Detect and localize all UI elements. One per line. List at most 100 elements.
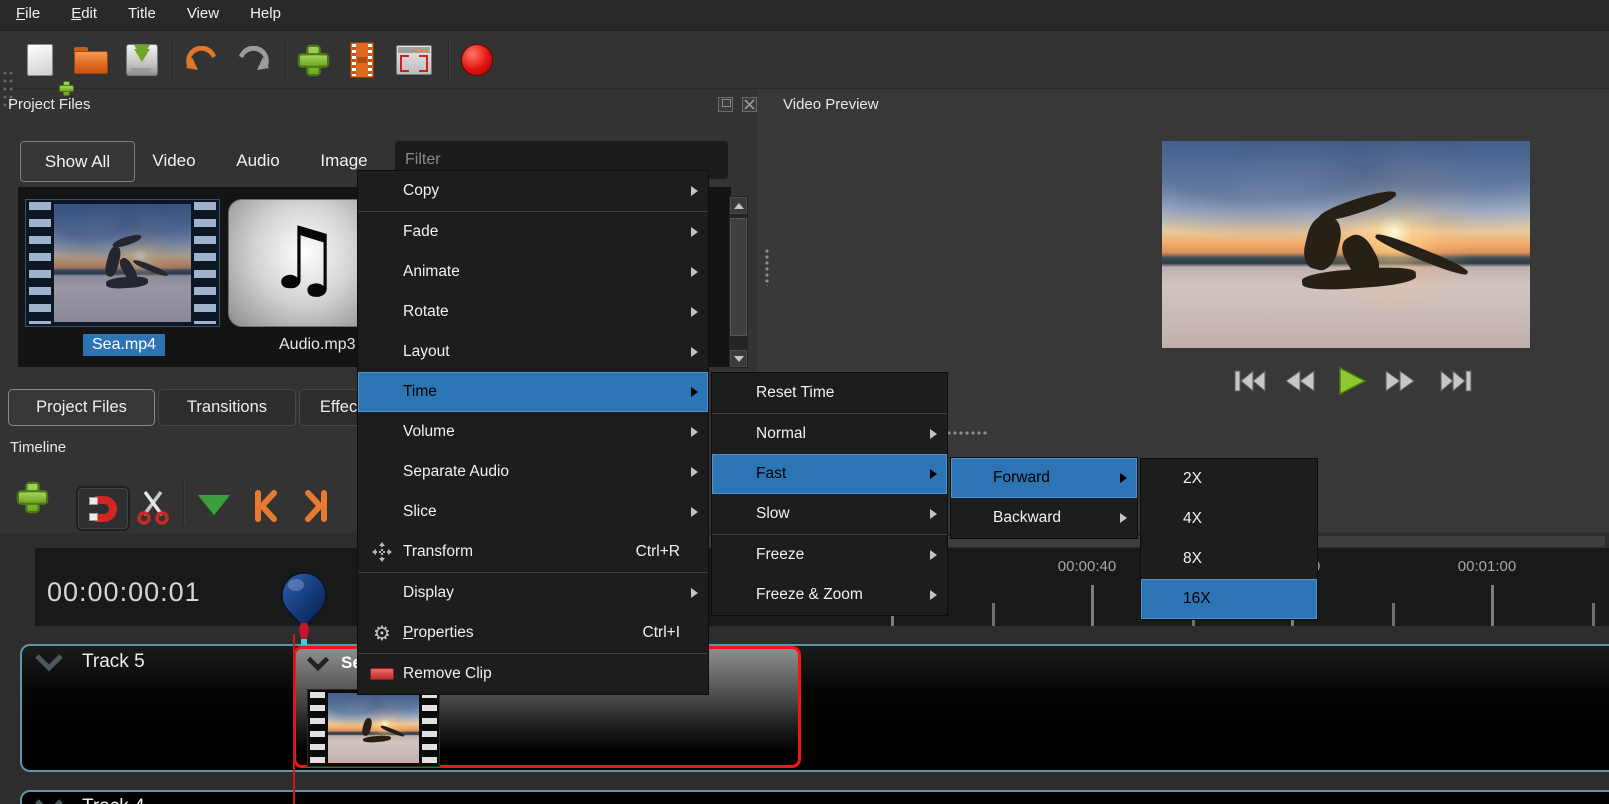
timecode-display: 00:00:00:01 bbox=[47, 577, 201, 608]
clip-collapse-chevron-icon[interactable] bbox=[306, 656, 330, 671]
freeze-menu-item[interactable]: Freeze bbox=[712, 535, 947, 575]
volume-menu-item[interactable]: Volume bbox=[358, 412, 708, 452]
normal-menu-item[interactable]: Normal bbox=[712, 414, 947, 454]
arrow-down-icon bbox=[734, 356, 744, 362]
submenu-arrow-icon bbox=[691, 267, 698, 277]
fullscreen-button[interactable] bbox=[396, 42, 432, 78]
add-marker-button[interactable] bbox=[198, 495, 230, 515]
rewind-icon bbox=[1284, 369, 1316, 393]
slow-menu-item[interactable]: Slow bbox=[712, 494, 947, 534]
redo-button[interactable] bbox=[235, 42, 271, 78]
submenu-arrow-icon bbox=[691, 307, 698, 317]
open-project-button[interactable] bbox=[72, 42, 108, 78]
2x-menu-item[interactable]: 2X bbox=[1141, 459, 1317, 499]
fast-forward-button[interactable] bbox=[1381, 366, 1419, 396]
play-button[interactable] bbox=[1333, 366, 1371, 396]
title-menu[interactable]: Title bbox=[113, 0, 171, 22]
time-menu-item[interactable]: Time bbox=[358, 372, 708, 412]
snapping-toggle-button[interactable] bbox=[76, 486, 130, 531]
menu-item-label: Layout bbox=[358, 343, 450, 361]
remove-icon bbox=[368, 668, 396, 680]
file-thumbnail-video[interactable] bbox=[25, 199, 220, 327]
previous-marker-button[interactable] bbox=[246, 488, 282, 524]
submenu-arrow-icon bbox=[691, 387, 698, 397]
copy-menu-item[interactable]: Copy bbox=[358, 171, 708, 211]
track-collapse-chevron-icon[interactable] bbox=[34, 798, 64, 804]
float-panel-icon[interactable] bbox=[718, 97, 733, 112]
razor-button[interactable] bbox=[136, 489, 170, 525]
freeze-zoom-menu-item[interactable]: Freeze & Zoom bbox=[712, 575, 947, 615]
playhead-line[interactable] bbox=[293, 634, 295, 804]
menu-shortcut: Ctrl+I bbox=[643, 624, 680, 642]
remove-clip-menu-item[interactable]: Remove Clip bbox=[358, 654, 708, 694]
files-scrollbar[interactable] bbox=[729, 196, 748, 368]
preview-splitter-handle[interactable] bbox=[946, 431, 988, 435]
close-panel-icon[interactable] bbox=[742, 97, 757, 112]
edit-menu[interactable]: Edit bbox=[56, 0, 112, 22]
choose-profile-button[interactable] bbox=[344, 42, 380, 78]
properties-menu-item[interactable]: ⚙PropertiesCtrl+I bbox=[358, 613, 708, 653]
reset-time-menu-item[interactable]: Reset Time bbox=[712, 373, 947, 413]
fullscreen-icon bbox=[396, 45, 432, 75]
menu-item-label: Reset Time bbox=[712, 384, 834, 402]
separate-audio-menu-item[interactable]: Separate Audio bbox=[358, 452, 708, 492]
file-menu[interactable]: File bbox=[1, 0, 55, 22]
ruler-tick bbox=[1592, 603, 1595, 626]
next-marker-button[interactable] bbox=[300, 488, 336, 524]
playhead-marker[interactable] bbox=[281, 572, 327, 651]
submenu-arrow-icon bbox=[1120, 513, 1127, 523]
filter-video-button[interactable]: Video bbox=[136, 141, 212, 180]
fast-menu-item[interactable]: Fast bbox=[712, 454, 947, 494]
track-collapse-chevron-icon[interactable] bbox=[34, 653, 64, 672]
panel-splitter-handle[interactable] bbox=[765, 248, 769, 286]
scroll-down-button[interactable] bbox=[730, 350, 747, 367]
save-project-button[interactable] bbox=[124, 42, 160, 78]
file-name-sea[interactable]: Sea.mp4 bbox=[83, 334, 165, 356]
add-track-button[interactable] bbox=[25, 490, 40, 505]
animate-menu-item[interactable]: Animate bbox=[358, 252, 708, 292]
filter-audio-button[interactable]: Audio bbox=[220, 141, 296, 180]
clip-context-menu: Copy FadeAnimateRotate Layout TimeVolumeSep… bbox=[357, 170, 709, 695]
filter-show-all-button[interactable]: Show All bbox=[20, 141, 135, 182]
fade-menu-item[interactable]: Fade bbox=[358, 212, 708, 252]
layout-menu-item[interactable]: Layout bbox=[358, 332, 708, 372]
tab-project-files[interactable]: Project Files bbox=[8, 389, 155, 426]
jump-start-button[interactable] bbox=[1231, 366, 1269, 396]
submenu-arrow-icon bbox=[691, 186, 698, 196]
ruler-tick bbox=[1091, 585, 1094, 626]
slice-menu-item[interactable]: Slice bbox=[358, 492, 708, 532]
jump-end-icon bbox=[1439, 369, 1473, 393]
track-row-4[interactable]: Track 4 bbox=[20, 790, 1609, 804]
16x-menu-item[interactable]: 16X bbox=[1141, 579, 1317, 619]
menu-item-label: Copy bbox=[358, 182, 439, 200]
view-menu[interactable]: View bbox=[172, 0, 234, 22]
undo-button[interactable] bbox=[184, 42, 220, 78]
open-project-icon bbox=[74, 47, 106, 73]
backward-menu-item[interactable]: Backward bbox=[951, 498, 1137, 538]
gear-icon: ⚙ bbox=[368, 623, 396, 643]
track-row-5[interactable]: Track 5 bbox=[20, 644, 1609, 772]
import-files-button[interactable] bbox=[295, 42, 331, 78]
export-video-button[interactable] bbox=[459, 42, 495, 78]
menu-item-label: 4X bbox=[1141, 510, 1202, 528]
8x-menu-item[interactable]: 8X bbox=[1141, 539, 1317, 579]
tab-transitions[interactable]: Transitions bbox=[158, 389, 296, 426]
clip-thumbnail bbox=[307, 689, 440, 767]
scrollbar-thumb[interactable] bbox=[730, 218, 747, 336]
rewind-button[interactable] bbox=[1281, 366, 1319, 396]
forward-menu-item[interactable]: Forward bbox=[951, 458, 1137, 498]
display-menu-item[interactable]: Display bbox=[358, 573, 708, 613]
ruler-tick bbox=[992, 603, 995, 626]
submenu-arrow-icon bbox=[930, 550, 937, 560]
ruler-label: 00:00:40 bbox=[1058, 558, 1116, 575]
help-menu[interactable]: Help bbox=[235, 0, 296, 22]
export-video-icon bbox=[461, 44, 493, 76]
4x-menu-item[interactable]: 4X bbox=[1141, 499, 1317, 539]
jump-end-button[interactable] bbox=[1437, 366, 1475, 396]
file-name-audio[interactable]: Audio.mp3 bbox=[279, 336, 356, 354]
new-project-button[interactable] bbox=[22, 42, 58, 78]
scroll-up-button[interactable] bbox=[730, 197, 747, 214]
ruler-label: 00:01:00 bbox=[1458, 558, 1516, 575]
rotate-menu-item[interactable]: Rotate bbox=[358, 292, 708, 332]
transform-menu-item[interactable]: TransformCtrl+R bbox=[358, 532, 708, 572]
